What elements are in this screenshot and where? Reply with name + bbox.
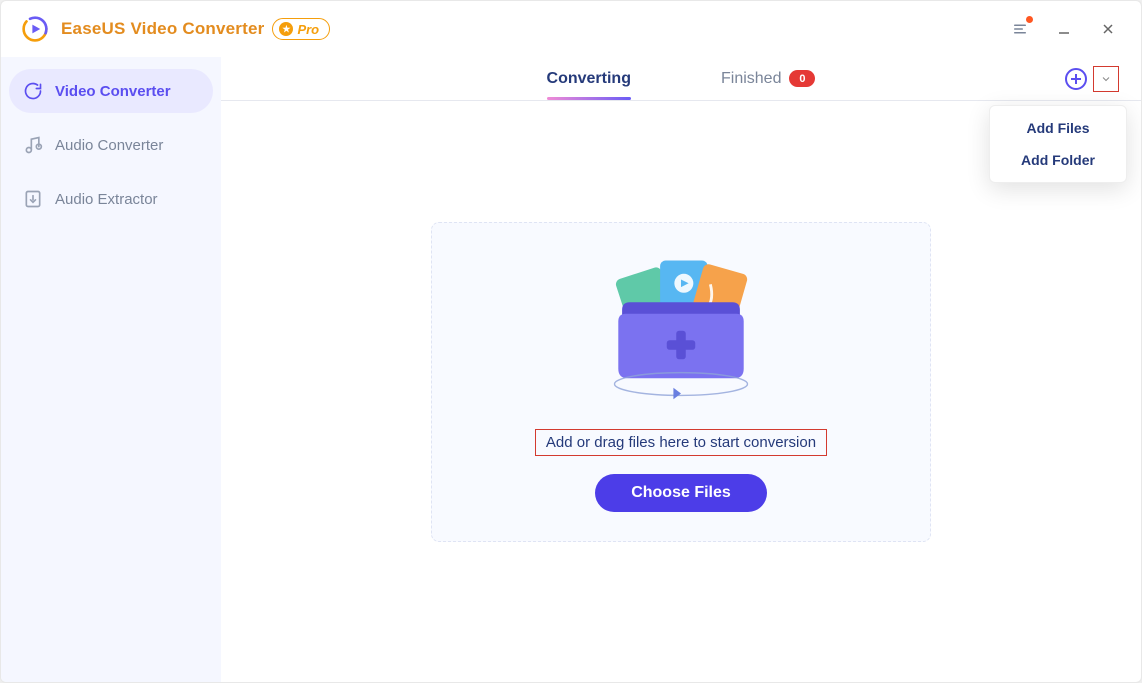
menu-button[interactable]	[1009, 18, 1031, 40]
sidebar: Video Converter Audio Converter Audio Ex…	[1, 57, 221, 682]
sidebar-item-label: Audio Extractor	[55, 191, 158, 208]
sidebar-item-label: Audio Converter	[55, 137, 163, 154]
refresh-icon	[23, 81, 43, 101]
tab-converting[interactable]: Converting	[547, 70, 631, 88]
main: Converting Finished 0	[221, 57, 1141, 682]
finished-count-badge: 0	[789, 70, 815, 87]
sidebar-item-label: Video Converter	[55, 83, 171, 100]
choose-files-button[interactable]: Choose Files	[595, 474, 767, 512]
notification-dot-icon	[1026, 16, 1033, 23]
app-logo-icon	[21, 15, 49, 43]
sidebar-item-audio-extractor[interactable]: Audio Extractor	[9, 177, 213, 221]
minimize-button[interactable]	[1053, 18, 1075, 40]
pro-badge: ★ Pro	[272, 18, 330, 40]
tab-label: Finished	[721, 70, 781, 88]
add-controls	[1063, 66, 1119, 92]
close-button[interactable]	[1097, 18, 1119, 40]
add-button[interactable]	[1063, 66, 1089, 92]
folder-illustration-icon	[586, 251, 776, 411]
tab-label: Converting	[547, 70, 631, 88]
sidebar-item-audio-converter[interactable]: Audio Converter	[9, 123, 213, 167]
content-area: Add or drag files here to start conversi…	[221, 101, 1141, 682]
add-dropdown-menu: Add Files Add Folder	[989, 105, 1127, 183]
tab-bar: Converting Finished 0	[221, 57, 1141, 101]
menu-item-add-folder[interactable]: Add Folder	[990, 144, 1126, 176]
menu-item-add-files[interactable]: Add Files	[990, 112, 1126, 144]
tab-finished[interactable]: Finished 0	[721, 70, 815, 88]
dropzone[interactable]: Add or drag files here to start conversi…	[431, 222, 931, 542]
music-icon	[23, 135, 43, 155]
sidebar-item-video-converter[interactable]: Video Converter	[9, 69, 213, 113]
app-window: EaseUS Video Converter ★ Pro	[0, 0, 1142, 683]
title-bar: EaseUS Video Converter ★ Pro	[1, 1, 1141, 57]
extract-icon	[23, 189, 43, 209]
add-dropdown-toggle[interactable]	[1093, 66, 1119, 92]
star-icon: ★	[279, 22, 293, 36]
dropzone-hint: Add or drag files here to start conversi…	[535, 429, 827, 456]
window-controls	[1009, 18, 1129, 40]
pro-label: Pro	[297, 22, 319, 37]
app-title: EaseUS Video Converter	[61, 19, 264, 39]
body: Video Converter Audio Converter Audio Ex…	[1, 57, 1141, 682]
